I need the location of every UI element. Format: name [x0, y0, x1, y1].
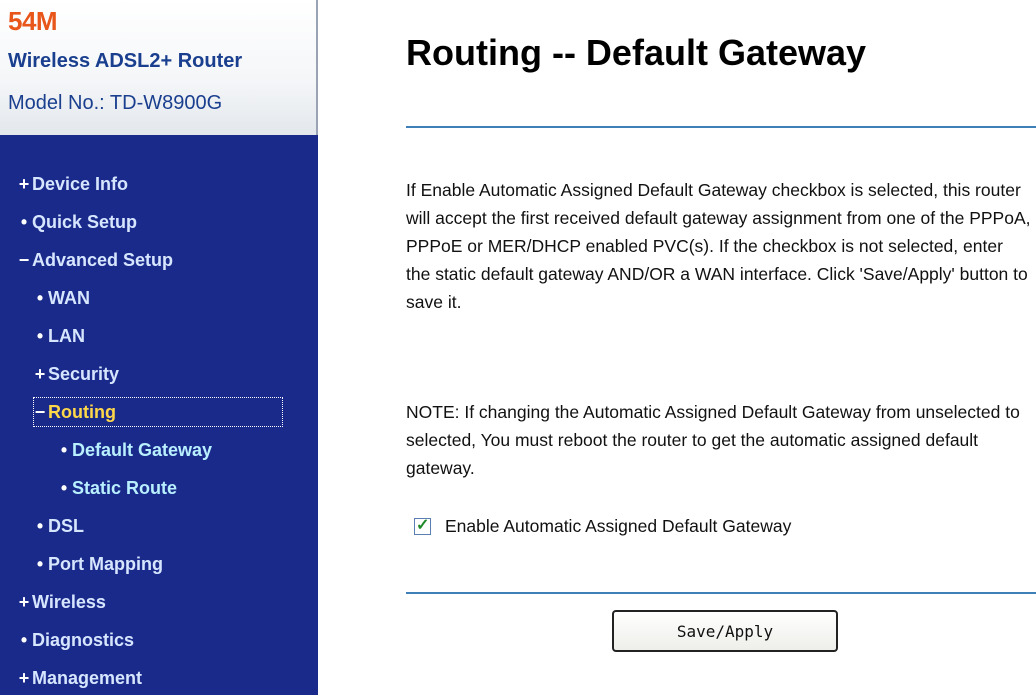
nav-item-label: Wireless	[32, 592, 106, 612]
brand-speed: 54M	[8, 6, 58, 36]
nav-item-diagnostics[interactable]: • Diagnostics	[18, 626, 134, 654]
brand-product-name: Wireless ADSL2+ Router	[8, 50, 243, 72]
expand-icon: +	[18, 174, 30, 194]
nav-item-label: LAN	[48, 326, 85, 346]
bullet-icon: •	[60, 440, 68, 460]
model-value: TD-W8900G	[109, 92, 223, 114]
nav-item-label: DSL	[48, 516, 84, 536]
nav-item-wireless[interactable]: + Wireless	[18, 588, 106, 616]
main-content: Routing -- Default Gateway If Enable Aut…	[318, 0, 1036, 695]
save-apply-button[interactable]: Save/Apply	[612, 610, 838, 652]
bullet-icon: •	[36, 288, 44, 308]
page-title: Routing -- Default Gateway	[406, 32, 867, 73]
nav-item-routing[interactable]: − Routing	[33, 397, 283, 427]
model-prefix: Model No.:	[8, 92, 110, 114]
brand-panel: 54M Wireless ADSL2+ Router Model No.: TD…	[0, 0, 318, 135]
expand-icon: +	[18, 668, 30, 688]
nav-item-management[interactable]: + Management	[18, 664, 142, 692]
bullet-icon: •	[36, 516, 44, 536]
bullet-icon: •	[20, 212, 28, 232]
bottom-divider	[406, 592, 1036, 594]
auto-gateway-label[interactable]: Enable Automatic Assigned Default Gatewa…	[445, 516, 791, 537]
nav-item-port-mapping[interactable]: • Port Mapping	[34, 550, 163, 578]
nav-item-label: Default Gateway	[72, 440, 213, 460]
nav-item-label: Advanced Setup	[32, 250, 174, 270]
checkmark-icon: ✓	[416, 516, 430, 534]
nav-item-label: Diagnostics	[32, 630, 135, 650]
nav-item-label: Port Mapping	[48, 554, 163, 574]
expand-icon: +	[34, 364, 46, 384]
nav-item-advanced-setup[interactable]: − Advanced Setup	[18, 246, 173, 274]
note-paragraph: NOTE: If changing the Automatic Assigned…	[406, 402, 1020, 478]
nav-item-label: Security	[48, 364, 120, 384]
sidebar: 54M Wireless ADSL2+ Router Model No.: TD…	[0, 0, 318, 695]
bullet-icon: •	[36, 326, 44, 346]
bullet-icon: •	[36, 554, 44, 574]
expand-icon: +	[18, 592, 30, 612]
nav-item-security[interactable]: + Security	[34, 360, 119, 388]
nav-item-label: Routing	[48, 402, 116, 422]
nav-item-wan[interactable]: • WAN	[34, 284, 90, 312]
description-paragraph: If Enable Automatic Assigned Default Gat…	[406, 180, 1031, 312]
top-divider	[406, 126, 1036, 128]
nav-item-label: Static Route	[72, 478, 178, 498]
auto-gateway-checkbox[interactable]: ✓	[414, 516, 431, 535]
nav-item-static-route[interactable]: • Static Route	[58, 474, 177, 502]
bullet-icon: •	[20, 630, 28, 650]
bullet-icon: •	[60, 478, 68, 498]
nav-item-quick-setup[interactable]: • Quick Setup	[18, 208, 137, 236]
nav-item-device-info[interactable]: + Device Info	[18, 170, 128, 198]
nav-item-default-gateway[interactable]: • Default Gateway	[58, 436, 212, 464]
nav-item-label: Quick Setup	[32, 212, 138, 232]
collapse-icon: −	[18, 250, 30, 270]
nav-item-label: Management	[32, 668, 143, 688]
nav-item-label: Device Info	[32, 174, 129, 194]
nav-item-dsl[interactable]: • DSL	[34, 512, 84, 540]
nav-item-lan[interactable]: • LAN	[34, 322, 85, 350]
auto-gateway-row: ✓ Enable Automatic Assigned Default Gate…	[414, 512, 791, 540]
nav-item-label: WAN	[48, 288, 90, 308]
brand-model: Model No.: TD-W8900G	[8, 92, 222, 115]
collapse-icon: −	[34, 402, 46, 422]
